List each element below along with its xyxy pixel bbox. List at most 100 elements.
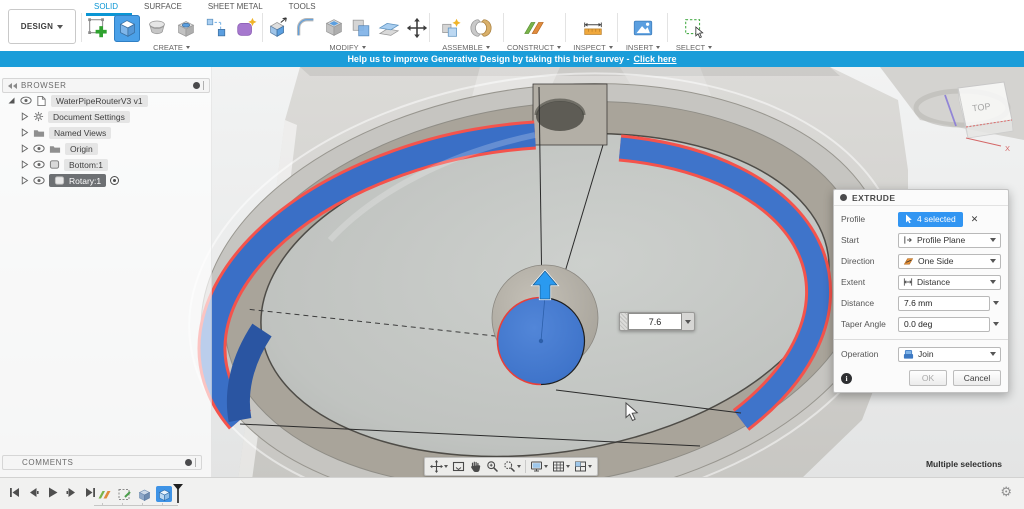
tree-row-document-settings[interactable]: Document Settings <box>2 109 208 124</box>
nav-separator <box>525 460 526 473</box>
create-form-icon[interactable] <box>232 15 259 42</box>
expander-closed-icon[interactable] <box>20 112 29 121</box>
tab-sheet-metal[interactable]: SHEET METAL <box>206 1 265 12</box>
go-to-end-icon[interactable] <box>85 487 96 498</box>
design-workspace-button[interactable]: DESIGN <box>8 9 76 44</box>
browser-header[interactable]: BROWSER <box>2 78 210 93</box>
dialog-grip-icon <box>840 194 847 201</box>
expander-open-icon[interactable] <box>7 96 16 105</box>
panel-resize-handle[interactable] <box>203 81 204 90</box>
distance-inline-input[interactable] <box>628 313 682 330</box>
go-to-start-icon[interactable] <box>9 487 20 498</box>
drag-handle[interactable] <box>620 313 628 330</box>
tree-label[interactable]: WaterPipeRouterV3 v1 <box>51 94 148 107</box>
pattern-icon[interactable] <box>203 15 230 42</box>
timeline-position-marker[interactable] <box>173 484 183 504</box>
panel-options-icon[interactable] <box>185 459 192 466</box>
status-selection-text: Multiple selections <box>925 459 1002 469</box>
measure-icon[interactable] <box>580 15 607 42</box>
zoom-window-icon[interactable] <box>503 460 521 473</box>
revolve-icon[interactable] <box>143 15 170 42</box>
tree-label-selected[interactable]: Rotary:1 <box>49 174 107 187</box>
distance-expr-caret[interactable] <box>990 301 1001 305</box>
dialog-title: EXTRUDE <box>852 192 896 203</box>
visibility-eye-icon[interactable] <box>33 144 45 153</box>
tree-row-origin[interactable]: Origin <box>2 141 208 156</box>
look-at-icon[interactable] <box>452 460 465 473</box>
zoom-icon[interactable] <box>486 460 499 473</box>
activate-component-radio[interactable] <box>110 176 120 185</box>
cancel-button[interactable]: Cancel <box>953 370 1001 386</box>
collapse-panel-icon[interactable] <box>8 82 17 89</box>
tree-label[interactable]: Bottom:1 <box>64 158 109 171</box>
info-icon[interactable]: i <box>841 372 852 384</box>
fillet-icon[interactable] <box>294 15 319 42</box>
visibility-eye-icon[interactable] <box>33 160 45 169</box>
new-component-icon[interactable] <box>437 15 464 42</box>
survey-link[interactable]: Click here <box>634 54 677 64</box>
move-icon[interactable] <box>404 15 429 42</box>
tree-label[interactable]: Named Views <box>49 126 112 139</box>
offset-face-icon[interactable] <box>377 15 402 42</box>
tree-label[interactable]: Origin <box>65 142 98 155</box>
hole-icon[interactable] <box>173 15 200 42</box>
tree-row-bottom[interactable]: Bottom:1 <box>2 157 208 172</box>
clear-selection-icon[interactable]: ✕ <box>971 214 979 225</box>
taper-expr-caret[interactable] <box>990 322 1001 326</box>
tree-label[interactable]: Document Settings <box>48 110 130 123</box>
select-icon[interactable] <box>681 15 708 42</box>
distance-input[interactable]: 7.6 mm <box>898 295 990 311</box>
create-sketch-icon[interactable] <box>84 15 111 42</box>
taper-angle-input[interactable]: 0.0 deg <box>898 316 990 332</box>
distance-dropdown-caret[interactable] <box>682 313 694 330</box>
timeline-sketch-icon[interactable] <box>116 486 132 502</box>
visibility-eye-icon[interactable] <box>33 176 45 185</box>
expander-closed-icon[interactable] <box>20 160 29 169</box>
group-assemble: ASSEMBLE <box>437 14 495 52</box>
tree-row-rotary[interactable]: Rotary:1 <box>2 173 208 188</box>
extrude-tool-icon[interactable] <box>113 14 141 42</box>
combine-icon[interactable] <box>349 15 374 42</box>
comments-header[interactable]: COMMENTS <box>2 455 202 470</box>
operation-dropdown[interactable]: Join <box>898 346 1001 362</box>
tree-row-root[interactable]: WaterPipeRouterV3 v1 <box>2 93 208 108</box>
expander-closed-icon[interactable] <box>20 144 29 153</box>
tab-tools[interactable]: TOOLS <box>287 1 318 12</box>
tree-row-named-views[interactable]: Named Views <box>2 125 208 140</box>
expander-closed-icon[interactable] <box>20 128 29 137</box>
direction-dropdown[interactable]: One Side <box>898 253 1001 269</box>
viewports-icon[interactable] <box>574 460 592 473</box>
extent-label: Extent <box>841 277 866 287</box>
ok-button[interactable]: OK <box>909 370 947 386</box>
tab-solid[interactable]: SOLID <box>92 1 120 12</box>
extrude-dialog-titlebar[interactable]: EXTRUDE <box>834 190 1008 206</box>
timeline-settings-gear-icon[interactable]: ⚙ <box>1000 485 1012 498</box>
timeline-construct-plane-icon[interactable] <box>96 486 112 502</box>
panel-options-icon[interactable] <box>193 82 200 89</box>
timeline-extrude-icon[interactable] <box>136 486 152 502</box>
profile-plane-icon <box>904 236 912 244</box>
step-forward-icon[interactable] <box>66 487 77 498</box>
extent-dropdown[interactable]: Distance <box>898 274 1001 290</box>
grid-settings-icon[interactable] <box>552 460 570 473</box>
survey-banner: Help us to improve Generative Design by … <box>0 51 1024 67</box>
press-pull-icon[interactable] <box>266 15 291 42</box>
insert-image-icon[interactable] <box>630 15 657 42</box>
shell-icon[interactable] <box>321 15 346 42</box>
timeline-extrude-active-icon[interactable] <box>156 486 172 502</box>
play-icon[interactable] <box>47 487 58 498</box>
display-settings-icon[interactable] <box>530 460 548 473</box>
visibility-eye-icon[interactable] <box>20 96 32 105</box>
orbit-icon[interactable] <box>430 460 448 473</box>
expander-closed-icon[interactable] <box>20 176 29 185</box>
joint-icon[interactable] <box>467 15 494 42</box>
profile-select-button[interactable]: 4 selected <box>898 211 963 227</box>
construct-plane-icon[interactable] <box>521 15 548 42</box>
start-dropdown[interactable]: Profile Plane <box>898 232 1001 248</box>
tab-surface[interactable]: SURFACE <box>142 1 184 12</box>
pan-hand-icon[interactable] <box>469 460 482 473</box>
operation-label: Operation <box>841 349 879 359</box>
panel-resize-handle[interactable] <box>195 458 196 467</box>
folder-icon <box>49 145 61 153</box>
step-back-icon[interactable] <box>28 487 39 498</box>
